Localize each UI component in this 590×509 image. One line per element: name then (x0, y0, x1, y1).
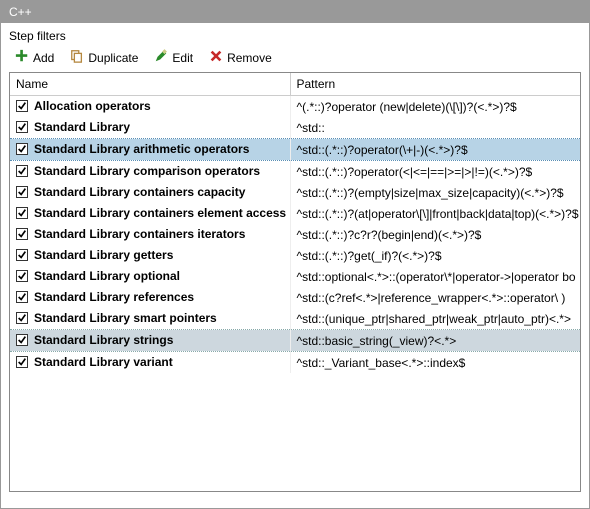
checkbox-icon[interactable] (16, 356, 28, 368)
table-row[interactable]: Standard Library containers capacity ^std… (10, 182, 580, 203)
window-titlebar: C++ (1, 1, 589, 23)
row-name: Standard Library containers element acce… (34, 206, 286, 220)
edit-label: Edit (172, 51, 193, 65)
checkbox-icon[interactable] (16, 165, 28, 177)
table-row[interactable]: Allocation operators ^(.*::)?operator (ne… (10, 96, 580, 118)
table-row[interactable]: Standard Library references ^std::(c?ref<… (10, 287, 580, 308)
table-row[interactable]: Standard Library smart pointers ^std::(un… (10, 308, 580, 330)
row-pattern: ^std::basic_string(_view)?<.*> (290, 330, 580, 352)
add-label: Add (33, 51, 54, 65)
section-label: Step filters (1, 23, 589, 45)
table-row[interactable]: Standard Library ^std:: (10, 117, 580, 139)
row-name: Standard Library references (34, 290, 194, 304)
pencil-icon (154, 49, 168, 66)
row-name: Standard Library strings (34, 333, 173, 347)
row-name: Standard Library (34, 120, 130, 134)
table-row[interactable]: Standard Library containers iterators ^st… (10, 224, 580, 245)
row-pattern: ^std::_Variant_base<.*>::index$ (290, 352, 580, 374)
row-name: Standard Library arithmetic operators (34, 142, 249, 156)
row-name: Standard Library variant (34, 355, 173, 369)
checkbox-icon[interactable] (16, 291, 28, 303)
checkbox-icon[interactable] (16, 186, 28, 198)
checkbox-icon[interactable] (16, 121, 28, 133)
row-pattern: ^std::(.*::)?get(_if)?(<.*>)?$ (290, 245, 580, 266)
row-name: Standard Library comparison operators (34, 164, 260, 178)
row-pattern: ^std::(.*::)?c?r?(begin|end)(<.*>)?$ (290, 224, 580, 245)
row-pattern: ^std::(.*::)?(at|operator\[\]|front|back… (290, 203, 580, 224)
filters-table: Name Pattern Allocation operators ^(.*::)… (10, 73, 580, 373)
table-row[interactable]: Standard Library variant ^std::_Variant_b… (10, 352, 580, 374)
row-pattern: ^std::(unique_ptr|shared_ptr|weak_ptr|au… (290, 308, 580, 330)
row-name: Standard Library containers capacity (34, 185, 245, 199)
remove-button[interactable]: Remove (209, 49, 272, 66)
remove-label: Remove (227, 51, 272, 65)
table-row[interactable]: Standard Library strings ^std::basic_stri… (10, 330, 580, 352)
row-pattern: ^std::(.*::)?(empty|size|max_size|capaci… (290, 182, 580, 203)
checkbox-icon[interactable] (16, 334, 28, 346)
table-row[interactable]: Standard Library arithmetic operators ^st… (10, 139, 580, 161)
checkbox-icon[interactable] (16, 270, 28, 282)
edit-button[interactable]: Edit (154, 49, 193, 66)
column-header-name[interactable]: Name (10, 73, 290, 96)
row-pattern: ^(.*::)?operator (new|delete)(\[\])?(<.*… (290, 96, 580, 118)
filters-table-container: Name Pattern Allocation operators ^(.*::)… (9, 72, 581, 492)
window-title: C++ (9, 5, 32, 19)
table-row[interactable]: Standard Library comparison operators ^st… (10, 161, 580, 183)
checkbox-icon[interactable] (16, 207, 28, 219)
plus-icon (15, 49, 29, 66)
remove-icon (209, 49, 223, 66)
row-name: Standard Library containers iterators (34, 227, 245, 241)
row-name: Allocation operators (34, 99, 151, 113)
row-pattern: ^std::(.*::)?operator(\+|-)(<.*>)?$ (290, 139, 580, 161)
toolbar: Add Duplicate Edit Remove (1, 45, 589, 72)
duplicate-label: Duplicate (88, 51, 138, 65)
checkbox-icon[interactable] (16, 249, 28, 261)
checkbox-icon[interactable] (16, 228, 28, 240)
row-pattern: ^std::(.*::)?operator(<|<=|==|>=|>|!=)(<… (290, 161, 580, 183)
table-row[interactable]: Standard Library containers element acce… (10, 203, 580, 224)
row-name: Standard Library optional (34, 269, 180, 283)
checkbox-icon[interactable] (16, 100, 28, 112)
duplicate-button[interactable]: Duplicate (70, 49, 138, 66)
table-row[interactable]: Standard Library getters ^std::(.*::)?get… (10, 245, 580, 266)
row-name: Standard Library smart pointers (34, 311, 217, 325)
add-button[interactable]: Add (15, 49, 54, 66)
row-pattern: ^std::(c?ref<.*>|reference_wrapper<.*>::… (290, 287, 580, 308)
checkbox-icon[interactable] (16, 143, 28, 155)
row-pattern: ^std:: (290, 117, 580, 139)
duplicate-icon (70, 49, 84, 66)
table-row[interactable]: Standard Library optional ^std::optional<… (10, 266, 580, 287)
row-name: Standard Library getters (34, 248, 173, 262)
column-header-pattern[interactable]: Pattern (290, 73, 580, 96)
row-pattern: ^std::optional<.*>::(operator\*|operator… (290, 266, 580, 287)
checkbox-icon[interactable] (16, 312, 28, 324)
